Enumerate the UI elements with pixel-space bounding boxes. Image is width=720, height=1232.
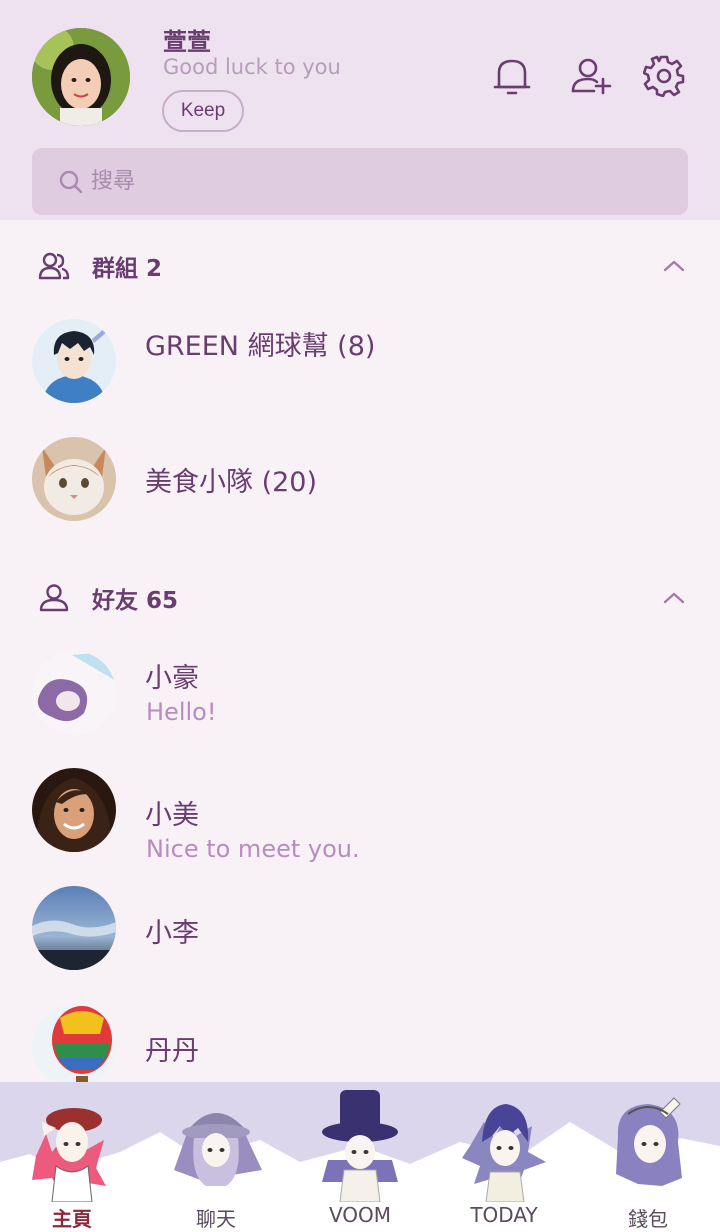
friend-avatar (32, 768, 116, 852)
groups-section-header[interactable]: 群組 2 (0, 236, 720, 296)
keep-button[interactable]: Keep (162, 90, 244, 132)
friend-row[interactable]: 小美 Nice to meet you. (0, 757, 720, 867)
friends-icon (39, 584, 69, 612)
chevron-up-icon[interactable] (662, 586, 686, 610)
friend-avatar (32, 886, 116, 970)
home-character-icon (32, 1108, 106, 1202)
nav-home[interactable]: 主頁 (0, 1082, 144, 1232)
bell-icon[interactable] (491, 55, 533, 97)
today-character-icon (462, 1104, 546, 1202)
friend-name: 小豪 (145, 663, 199, 694)
profile-header: 萱萱 Good luck to you Keep (0, 0, 720, 220)
group-row-food-squad[interactable]: 美食小隊 (20) (0, 424, 720, 534)
profile-avatar[interactable] (32, 28, 130, 126)
group-row-green-tennis[interactable]: GREEN 網球幫 (8) (0, 306, 720, 416)
nav-wallet-label: 錢包 (628, 1207, 668, 1231)
chevron-up-icon[interactable] (662, 254, 686, 278)
nav-home-label: 主頁 (52, 1207, 92, 1231)
voom-character-icon (322, 1090, 398, 1202)
friend-row[interactable]: 小豪 Hello! (0, 640, 720, 750)
nav-voom-label: VOOM (328, 1203, 392, 1227)
search-bar[interactable] (32, 148, 688, 215)
profile-name: 萱萱 (163, 28, 211, 56)
group-avatar (32, 437, 116, 521)
search-icon (59, 170, 83, 193)
nav-voom[interactable]: VOOM (288, 1082, 432, 1232)
bottom-navigation: 主頁 聊天 VOOM TODAY 錢包 (0, 1082, 720, 1232)
nav-today-label: TODAY (470, 1203, 538, 1227)
friends-section-header[interactable]: 好友 65 (0, 568, 720, 628)
nav-today[interactable]: TODAY (432, 1082, 576, 1232)
nav-chats-label: 聊天 (196, 1207, 236, 1231)
friend-row[interactable]: 小李 (0, 875, 720, 985)
friend-avatar (32, 1004, 116, 1088)
profile-status-message[interactable]: Good luck to you (163, 55, 341, 79)
group-avatar (32, 319, 116, 403)
group-name: GREEN 網球幫 (8) (145, 331, 376, 362)
friends-section-title: 好友 65 (92, 588, 179, 614)
friend-name: 丹丹 (145, 1036, 199, 1067)
groups-icon (38, 252, 70, 280)
friend-name: 小李 (145, 918, 199, 949)
wallet-character-icon (616, 1097, 682, 1186)
friend-avatar (32, 651, 116, 735)
add-friend-icon[interactable] (570, 55, 612, 97)
chats-character-icon (174, 1113, 262, 1186)
gear-icon[interactable] (643, 55, 685, 97)
friend-status-message: Nice to meet you. (146, 835, 360, 863)
groups-section-title: 群組 2 (92, 256, 163, 282)
nav-wallet[interactable]: 錢包 (576, 1082, 720, 1232)
nav-chats[interactable]: 聊天 (144, 1082, 288, 1232)
search-input[interactable] (91, 169, 651, 194)
group-name: 美食小隊 (20) (145, 467, 318, 498)
friend-name: 小美 (145, 800, 199, 831)
friend-status-message: Hello! (146, 698, 217, 726)
